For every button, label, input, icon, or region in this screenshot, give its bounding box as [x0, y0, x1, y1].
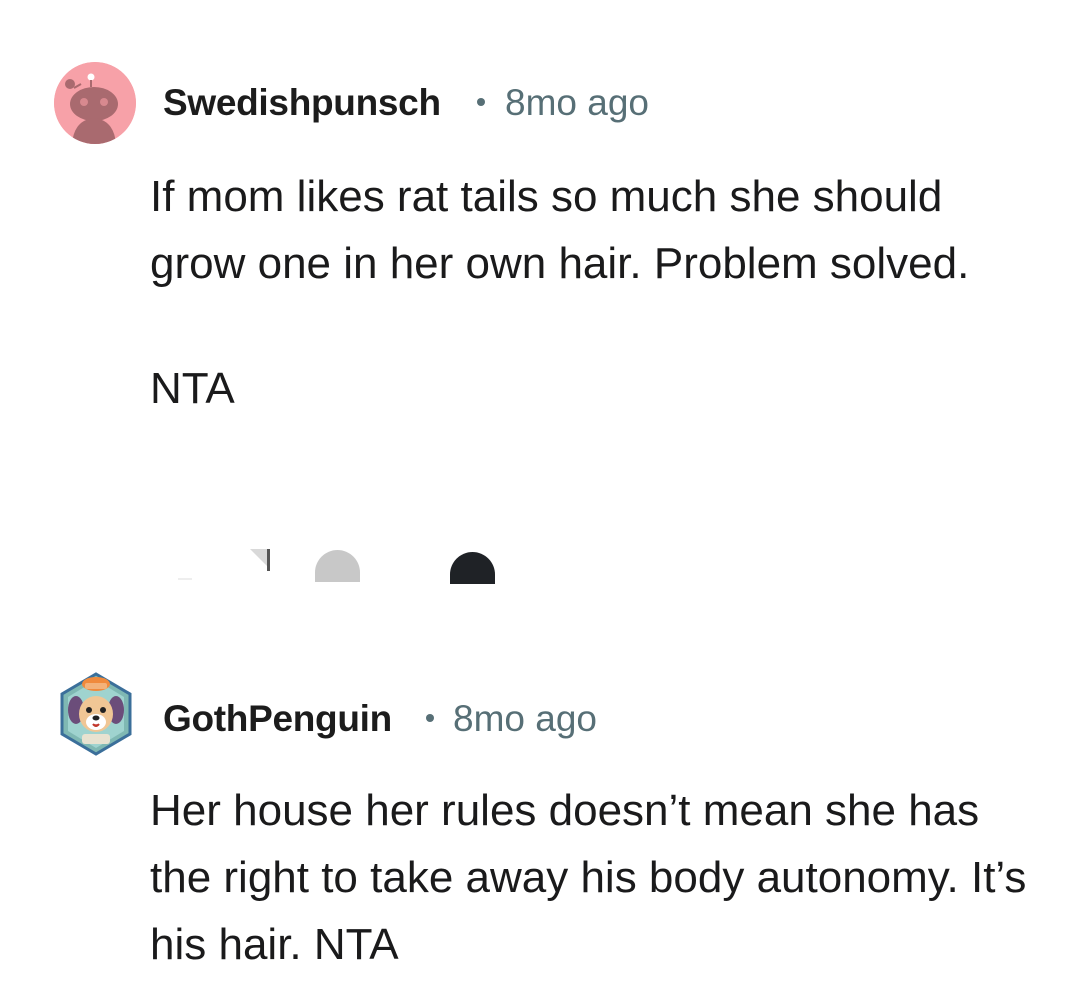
comment-paragraph: If mom likes rat tails so much she shoul… [150, 172, 970, 288]
username[interactable]: GothPenguin [163, 698, 392, 740]
comment-action-bar [150, 540, 550, 590]
meta-separator [477, 98, 485, 106]
timestamp: 8mo ago [505, 82, 649, 123]
meta-separator [426, 714, 434, 722]
comment-paragraph: Her house her rules doesn’t mean she has… [150, 786, 1027, 969]
timestamp: 8mo ago [453, 698, 597, 739]
snoo-avatar-icon [54, 62, 136, 144]
award-icon[interactable] [315, 550, 360, 582]
dog-avatar-icon [60, 672, 132, 756]
share-icon[interactable] [450, 552, 495, 584]
username[interactable]: Swedishpunsch [163, 82, 441, 124]
upvote-icon-edge [267, 549, 270, 571]
comment-body: If mom likes rat tails so much she shoul… [150, 163, 1030, 422]
comment-body: Her house her rules doesn’t mean she has… [150, 777, 1030, 978]
user-avatar[interactable] [58, 670, 134, 758]
comment-paragraph: NTA [150, 364, 235, 413]
comment: Swedishpunsch 8mo ago If mom likes rat t… [0, 0, 1079, 620]
divider [178, 578, 192, 580]
user-avatar[interactable] [54, 62, 136, 144]
